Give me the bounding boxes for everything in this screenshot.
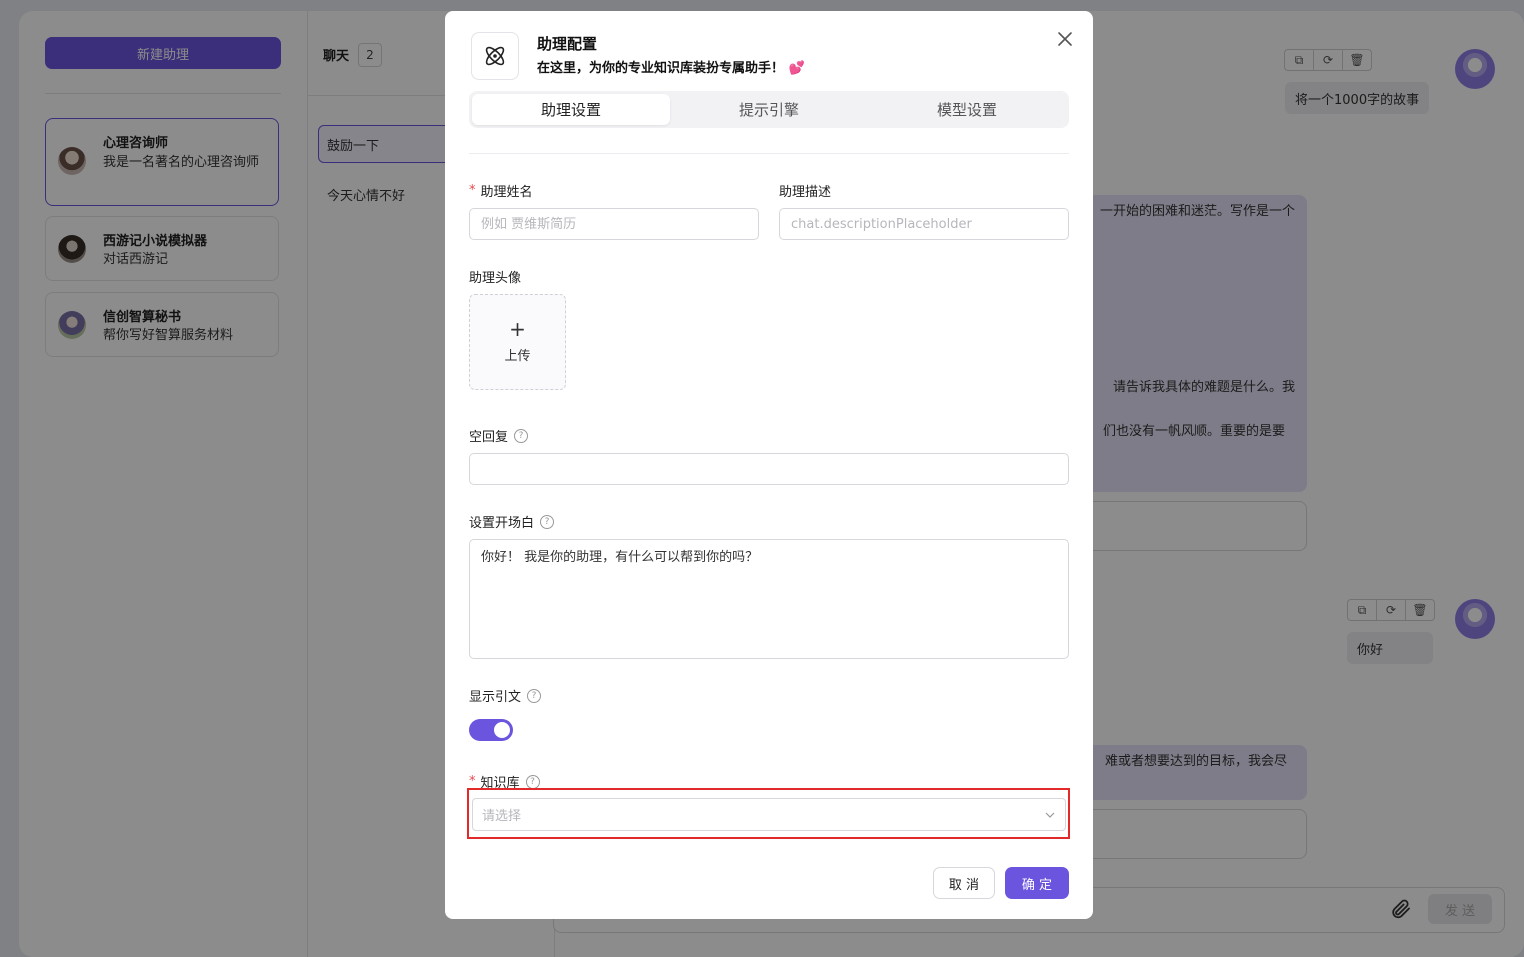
close-icon[interactable] bbox=[1055, 29, 1075, 49]
upload-label: 上传 bbox=[504, 348, 531, 364]
name-label-text: 助理姓名 bbox=[480, 185, 533, 200]
assistant-name-input[interactable] bbox=[469, 208, 759, 240]
show-citation-label: 显示引文 ? bbox=[469, 686, 542, 705]
atom-logo-icon bbox=[471, 32, 519, 80]
avatar-label: 助理头像 bbox=[469, 271, 522, 286]
cancel-button[interactable]: 取 消 bbox=[933, 867, 995, 899]
modal-subtitle: 在这里，为你的专业知识库装扮专属助手！ 💕 bbox=[537, 61, 805, 76]
opening-textarea[interactable]: 你好！ 我是你的助理，有什么可以帮到你的吗？ bbox=[469, 539, 1069, 659]
modal-divider bbox=[469, 153, 1069, 154]
empty-reply-input[interactable] bbox=[469, 453, 1069, 485]
tab-model-settings[interactable]: 模型设置 bbox=[868, 94, 1066, 125]
tab-prompt-engine[interactable]: 提示引擎 bbox=[670, 94, 868, 125]
avatar-upload[interactable]: + 上传 bbox=[469, 294, 566, 390]
show-citation-label-text: 显示引文 bbox=[469, 690, 522, 705]
help-icon[interactable]: ? bbox=[540, 514, 555, 529]
tab-assistant-settings[interactable]: 助理设置 bbox=[472, 94, 670, 125]
show-citation-toggle[interactable] bbox=[469, 719, 513, 741]
empty-reply-label: 空回复 ? bbox=[469, 426, 529, 445]
help-icon[interactable]: ? bbox=[514, 428, 529, 443]
assistant-config-modal: 助理配置 在这里，为你的专业知识库装扮专属助手！ 💕 助理设置 提示引擎 模型设… bbox=[445, 11, 1093, 919]
opening-label-text: 设置开场白 bbox=[469, 516, 535, 531]
plus-icon: + bbox=[509, 316, 526, 341]
kb-placeholder: 请选择 bbox=[482, 809, 522, 824]
help-icon[interactable]: ? bbox=[527, 688, 542, 703]
chevron-down-icon bbox=[1045, 812, 1055, 818]
required-mark: * bbox=[469, 774, 476, 789]
modal-title: 助理配置 bbox=[537, 35, 598, 53]
desc-label-text: 助理描述 bbox=[779, 185, 832, 200]
desc-label: 助理描述 bbox=[779, 181, 831, 200]
name-label: * 助理姓名 bbox=[469, 181, 533, 200]
config-tabs: 助理设置 提示引擎 模型设置 bbox=[469, 91, 1069, 128]
assistant-desc-input[interactable] bbox=[779, 208, 1069, 240]
help-icon[interactable]: ? bbox=[525, 774, 540, 789]
opening-label: 设置开场白 ? bbox=[469, 512, 555, 531]
confirm-button[interactable]: 确 定 bbox=[1005, 867, 1069, 899]
empty-reply-label-text: 空回复 bbox=[469, 430, 509, 445]
kb-select[interactable]: 请选择 bbox=[472, 798, 1066, 831]
required-mark: * bbox=[469, 183, 476, 198]
